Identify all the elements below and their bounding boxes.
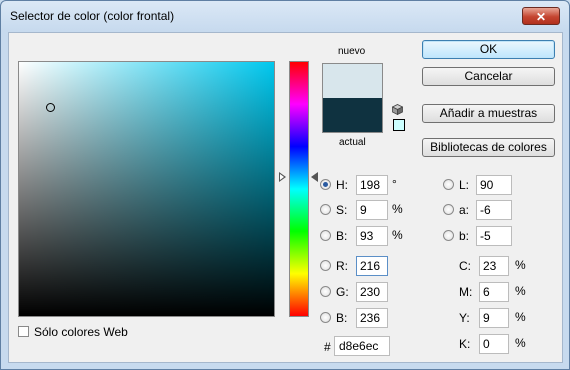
- hue-slider[interactable]: [289, 61, 309, 317]
- hue-radio[interactable]: [320, 179, 331, 190]
- new-color-swatch: [323, 64, 382, 98]
- green-radio[interactable]: [320, 286, 331, 297]
- red-label: R:: [336, 259, 348, 273]
- lab-a-radio[interactable]: [443, 204, 454, 215]
- lab-l-input[interactable]: 90: [476, 175, 512, 195]
- brightness-label: B:: [336, 229, 348, 243]
- magenta-input[interactable]: 6: [479, 282, 509, 302]
- green-input[interactable]: 230: [356, 282, 388, 302]
- black-unit: %: [515, 336, 526, 350]
- color-field-marker[interactable]: [46, 103, 55, 112]
- blue-input[interactable]: 236: [356, 308, 388, 328]
- cyan-label: C:: [459, 259, 471, 273]
- saturation-row: S: 9 %: [320, 200, 410, 220]
- black-row: K: 0 %: [459, 334, 539, 354]
- green-label: G:: [336, 285, 349, 299]
- web-safe-color-swatch[interactable]: [393, 119, 405, 131]
- close-button[interactable]: ✕: [522, 7, 560, 25]
- lab-l-label: L:: [459, 178, 470, 192]
- hue-slider-left-arrow-icon[interactable]: [279, 172, 286, 182]
- color-preview: [322, 63, 383, 133]
- lab-l-radio[interactable]: [443, 179, 454, 190]
- saturation-radio[interactable]: [320, 204, 331, 215]
- hue-slider-right-arrow-icon[interactable]: [311, 172, 318, 182]
- red-row: R: 216: [320, 256, 410, 276]
- lab-l-row: L: 90: [443, 175, 523, 195]
- saturation-input[interactable]: 9: [356, 200, 388, 220]
- yellow-row: Y: 9 %: [459, 308, 539, 328]
- hex-prefix: #: [324, 340, 331, 354]
- hue-row: H: 198 °: [320, 175, 410, 195]
- hue-label: H:: [336, 178, 348, 192]
- lab-b-radio[interactable]: [443, 230, 454, 241]
- lab-b-row: b: -5: [443, 226, 523, 246]
- lab-a-input[interactable]: -6: [476, 200, 512, 220]
- color-libraries-button[interactable]: Bibliotecas de colores: [422, 138, 555, 157]
- cancel-button[interactable]: Cancelar: [422, 67, 555, 86]
- blue-label: B:: [336, 311, 348, 325]
- magenta-label: M:: [459, 285, 473, 299]
- brightness-input[interactable]: 93: [356, 226, 388, 246]
- saturation-unit: %: [392, 202, 403, 216]
- dialog-content: nuevo actual OK Cancelar Añadir a muestr…: [8, 32, 563, 363]
- green-row: G: 230: [320, 282, 410, 302]
- hue-input[interactable]: 198: [356, 175, 388, 195]
- current-color-label: actual: [339, 137, 366, 148]
- web-colors-only-label[interactable]: Sólo colores Web: [34, 325, 128, 339]
- blue-radio[interactable]: [320, 312, 331, 323]
- yellow-unit: %: [515, 310, 526, 324]
- lab-b-input[interactable]: -5: [476, 226, 512, 246]
- magenta-unit: %: [515, 284, 526, 298]
- black-label: K:: [459, 337, 471, 351]
- blue-row: B: 236: [320, 308, 410, 328]
- ok-button[interactable]: OK: [422, 40, 555, 59]
- hue-unit: °: [392, 177, 397, 191]
- lab-a-label: a:: [459, 203, 470, 217]
- magenta-row: M: 6 %: [459, 282, 539, 302]
- title-bar[interactable]: Selector de color (color frontal) ✕: [1, 1, 569, 31]
- add-to-swatches-button[interactable]: Añadir a muestras: [422, 104, 555, 123]
- web-colors-only-checkbox[interactable]: [18, 326, 29, 337]
- yellow-input[interactable]: 9: [479, 308, 509, 328]
- black-input[interactable]: 0: [479, 334, 509, 354]
- brightness-row: B: 93 %: [320, 226, 410, 246]
- out-of-gamut-cube-icon[interactable]: [392, 104, 403, 115]
- cyan-unit: %: [515, 258, 526, 272]
- red-input[interactable]: 216: [356, 256, 388, 276]
- yellow-label: Y:: [459, 311, 470, 325]
- color-picker-window: Selector de color (color frontal) ✕ nuev…: [0, 0, 570, 370]
- red-radio[interactable]: [320, 260, 331, 271]
- new-color-label: nuevo: [338, 46, 366, 57]
- cyan-row: C: 23 %: [459, 256, 539, 276]
- color-field[interactable]: [18, 61, 275, 317]
- current-color-swatch[interactable]: [323, 98, 382, 132]
- cyan-input[interactable]: 23: [479, 256, 509, 276]
- brightness-unit: %: [392, 228, 403, 242]
- lab-a-row: a: -6: [443, 200, 523, 220]
- saturation-label: S:: [336, 203, 348, 217]
- lab-b-label: b:: [459, 229, 470, 243]
- window-title: Selector de color (color frontal): [10, 9, 175, 23]
- hex-input[interactable]: d8e6ec: [334, 336, 390, 356]
- brightness-radio[interactable]: [320, 230, 331, 241]
